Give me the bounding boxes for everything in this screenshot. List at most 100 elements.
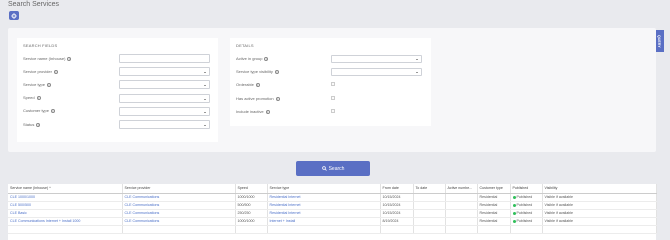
- has-active-promotion-label: Has active promotion i: [236, 96, 280, 101]
- cell-visibility: Visible if available: [542, 217, 657, 226]
- cell-to-date: [413, 225, 446, 234]
- column-header-service-name[interactable]: Service name (Inhouse) ^: [8, 184, 123, 194]
- info-icon: i: [264, 56, 269, 61]
- cell-service-provider[interactable]: CLE Communications: [122, 201, 236, 210]
- cell-service-type[interactable]: Internet + Install: [267, 217, 381, 226]
- cell-published: Published: [510, 193, 543, 202]
- table-row[interactable]: CLE 500/500 CLE Communications 500/500 Resi…: [8, 201, 657, 210]
- customer-type-label: Customer type i: [23, 108, 56, 113]
- table-header-row: Service name (Inhouse) ^ Service provide…: [8, 184, 657, 194]
- cell-active-numbers: [445, 225, 478, 234]
- cell-service-provider[interactable]: CLE Communications: [122, 217, 236, 226]
- published-status: Published: [516, 195, 533, 199]
- cell-active-numbers: [445, 201, 478, 210]
- cell-published: Published: [510, 201, 543, 210]
- active-in-group-label: Active in group i: [236, 56, 269, 61]
- chevron-down-icon: [204, 125, 206, 126]
- customer-type-select[interactable]: [119, 107, 210, 116]
- info-icon: i: [36, 95, 41, 100]
- cell-service-name[interactable]: CLE 500/500: [8, 201, 123, 210]
- cell-service-provider[interactable]: CLE Communications: [122, 209, 236, 218]
- include-inactive-checkbox[interactable]: [331, 109, 335, 113]
- cell-service-name[interactable]: CLE Basic: [8, 209, 123, 218]
- cell-service-provider[interactable]: CLE Communications: [122, 193, 236, 202]
- info-icon: i: [53, 69, 58, 74]
- cell-customer-type: Residential: [477, 201, 511, 210]
- has-active-promotion-checkbox[interactable]: [331, 96, 335, 100]
- cell-from-date: 10/15/2024: [380, 201, 414, 210]
- cell-customer-type: Residential: [477, 217, 511, 226]
- published-status: Published: [516, 203, 533, 207]
- search-icon: [321, 166, 327, 171]
- search-fields-panel: SEARCH FIELDS Service name (Inhouse) i Se…: [17, 38, 218, 142]
- search-button[interactable]: Search: [296, 161, 370, 176]
- info-icon: i: [47, 82, 52, 87]
- published-status: Published: [516, 219, 533, 223]
- column-header-service-provider[interactable]: Service provider: [122, 184, 236, 194]
- service-provider-select[interactable]: [119, 67, 210, 76]
- cell-service-name[interactable]: CLE Communications Internet + Install 10…: [8, 217, 123, 226]
- column-header-to-date[interactable]: To date: [413, 184, 446, 194]
- service-type-select[interactable]: [119, 80, 210, 89]
- table-row[interactable]: CLE Communications Internet + Install 10…: [8, 217, 657, 226]
- page-title: Search Services: [8, 1, 59, 8]
- info-icon: i: [51, 108, 56, 113]
- speed-label: Speed i: [23, 95, 41, 100]
- column-header-speed[interactable]: Speed: [235, 184, 268, 194]
- table-row[interactable]: CLE 1000/1000 CLE Communications 1000/1000…: [8, 193, 657, 202]
- status-dot-icon: [512, 219, 516, 223]
- gear-icon: [11, 12, 17, 19]
- status-select[interactable]: [119, 120, 210, 129]
- cell-active-numbers: [445, 217, 478, 226]
- cell-visibility: Visible if available: [542, 201, 657, 210]
- chevron-down-icon: [204, 112, 206, 113]
- cell-service-type[interactable]: Residential Internet: [267, 209, 381, 218]
- cell-service-type: [267, 225, 381, 234]
- chevron-down-icon: [204, 72, 206, 73]
- column-header-active-numbers[interactable]: Active numbe...: [445, 184, 478, 194]
- cell-service-type[interactable]: Residential Internet: [267, 193, 381, 202]
- results-table: Service name (Inhouse) ^ Service provide…: [8, 184, 657, 240]
- cell-speed: [235, 225, 268, 234]
- cell-to-date: [413, 201, 446, 210]
- cell-to-date: [413, 217, 446, 226]
- status-label: Status i: [23, 122, 41, 127]
- details-title: DETAILS: [236, 43, 254, 48]
- table-row[interactable]: CLE Basic CLE Communications 250/250 Reside…: [8, 209, 657, 218]
- service-type-label: Service type i: [23, 82, 52, 87]
- cell-visibility: [542, 225, 657, 234]
- service-name-input[interactable]: [119, 54, 210, 63]
- info-icon: i: [255, 82, 260, 87]
- cell-speed: 250/250: [235, 209, 268, 218]
- column-header-from-date[interactable]: From date: [380, 184, 414, 194]
- table-row[interactable]: [8, 225, 657, 234]
- service-type-visibility-select[interactable]: [331, 68, 422, 76]
- info-icon: i: [275, 96, 280, 101]
- search-button-label: Search: [328, 165, 345, 172]
- cell-from-date: [380, 225, 414, 234]
- chevron-down-icon: [204, 99, 206, 100]
- speed-select[interactable]: [119, 94, 210, 103]
- active-in-group-select[interactable]: [331, 55, 422, 63]
- chevron-down-icon: [416, 72, 418, 73]
- column-header-service-type[interactable]: Service type: [267, 184, 381, 194]
- cell-customer-type: [477, 225, 511, 234]
- cell-speed: 500/500: [235, 201, 268, 210]
- column-header-published[interactable]: Published: [510, 184, 543, 194]
- service-provider-label: Service provider i: [23, 69, 58, 74]
- status-dot-icon: [512, 211, 516, 215]
- status-dot-icon: [512, 203, 516, 207]
- cell-service-name[interactable]: CLE 1000/1000: [8, 193, 123, 202]
- cell-from-date: 8/19/2024: [380, 217, 414, 226]
- column-header-customer-type[interactable]: Customer type: [477, 184, 511, 194]
- cell-service-type[interactable]: Residential Internet: [267, 201, 381, 210]
- column-header-visibility[interactable]: Visibility: [542, 184, 657, 194]
- orderable-checkbox[interactable]: [331, 82, 335, 86]
- cell-published: Published: [510, 209, 543, 218]
- published-status: Published: [516, 211, 533, 215]
- cell-to-date: [413, 193, 446, 202]
- details-panel: DETAILS Active in group i Service type vi…: [230, 38, 431, 126]
- cell-published: [510, 225, 543, 234]
- info-icon: i: [36, 122, 41, 127]
- settings-button[interactable]: [9, 11, 19, 20]
